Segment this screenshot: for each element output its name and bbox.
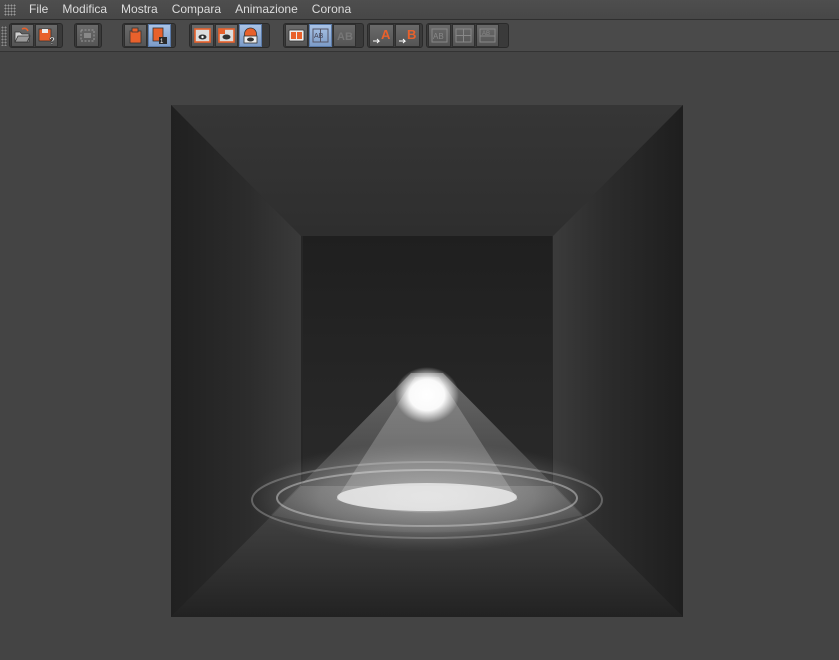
rendered-image: [171, 105, 683, 617]
toolbar: ? 1 AB AB A B AB AB: [0, 20, 839, 52]
toolbar-group-region: [74, 23, 102, 48]
eye-button[interactable]: [239, 24, 262, 47]
menu-compara[interactable]: Compara: [165, 0, 228, 19]
open-button[interactable]: [11, 24, 34, 47]
render-button[interactable]: [124, 24, 147, 47]
light-bulb: [395, 367, 459, 423]
view-frame-alt-button[interactable]: [215, 24, 238, 47]
toolbar-group-ab-mode: AB AB: [283, 23, 364, 48]
render-icon: [129, 27, 142, 44]
svg-text:?: ?: [49, 36, 55, 45]
ab-split-icon: AB: [312, 28, 329, 43]
svg-text:B: B: [407, 27, 416, 42]
ab-text-icon: AB: [337, 31, 353, 43]
save-as-button[interactable]: ?: [35, 24, 58, 47]
toolbar-group-view: [189, 23, 270, 48]
ab-swap-button[interactable]: AB: [428, 24, 451, 47]
save-as-icon: ?: [38, 28, 55, 45]
set-a-button[interactable]: A: [369, 24, 394, 47]
menu-file[interactable]: File: [22, 0, 55, 19]
menu-corona[interactable]: Corona: [305, 0, 358, 19]
toolbar-grip-icon[interactable]: [1, 26, 7, 46]
ab-horizontal-button[interactable]: AB: [476, 24, 499, 47]
menu-animazione[interactable]: Animazione: [228, 0, 305, 19]
render-to-picture-viewer-icon: 1: [152, 27, 167, 45]
svg-text:A: A: [381, 27, 391, 42]
toolbar-group-render: 1: [122, 23, 176, 48]
set-b-button[interactable]: B: [395, 24, 420, 47]
view-frame-alt-icon: [218, 28, 235, 43]
menu-bar: File Modifica Mostra Compara Animazione …: [0, 0, 839, 20]
view-frame-button[interactable]: [191, 24, 214, 47]
toolbar-group-ab-layout: AB AB: [426, 23, 509, 48]
svg-text:AB: AB: [337, 31, 353, 43]
toolbar-group-set-ab: A B: [367, 23, 423, 48]
ab-text-button[interactable]: AB: [333, 24, 356, 47]
ab-compare-button[interactable]: [285, 24, 308, 47]
render-region-icon: [80, 29, 95, 42]
render-to-picture-viewer-button[interactable]: 1: [148, 24, 171, 47]
ab-horizontal-icon: AB: [479, 28, 496, 43]
svg-text:AB: AB: [433, 32, 444, 41]
set-b-icon: B: [398, 27, 416, 44]
menu-modifica[interactable]: Modifica: [55, 0, 114, 19]
view-frame-icon: [194, 28, 211, 43]
eye-icon: [243, 27, 258, 44]
menu-grip-icon[interactable]: [4, 3, 16, 16]
ab-swap-icon: AB: [431, 28, 448, 43]
ab-vertical-button[interactable]: [452, 24, 475, 47]
render-viewport[interactable]: [171, 105, 683, 617]
ab-split-button[interactable]: AB: [309, 24, 332, 47]
open-file-icon: [14, 27, 31, 43]
ab-vertical-icon: [455, 28, 472, 43]
render-region-button[interactable]: [76, 24, 99, 47]
svg-text:AB: AB: [314, 33, 324, 40]
menu-mostra[interactable]: Mostra: [114, 0, 165, 19]
toolbar-group-file: ?: [9, 23, 63, 48]
set-a-icon: A: [372, 27, 391, 44]
ab-compare-icon: [288, 29, 305, 42]
